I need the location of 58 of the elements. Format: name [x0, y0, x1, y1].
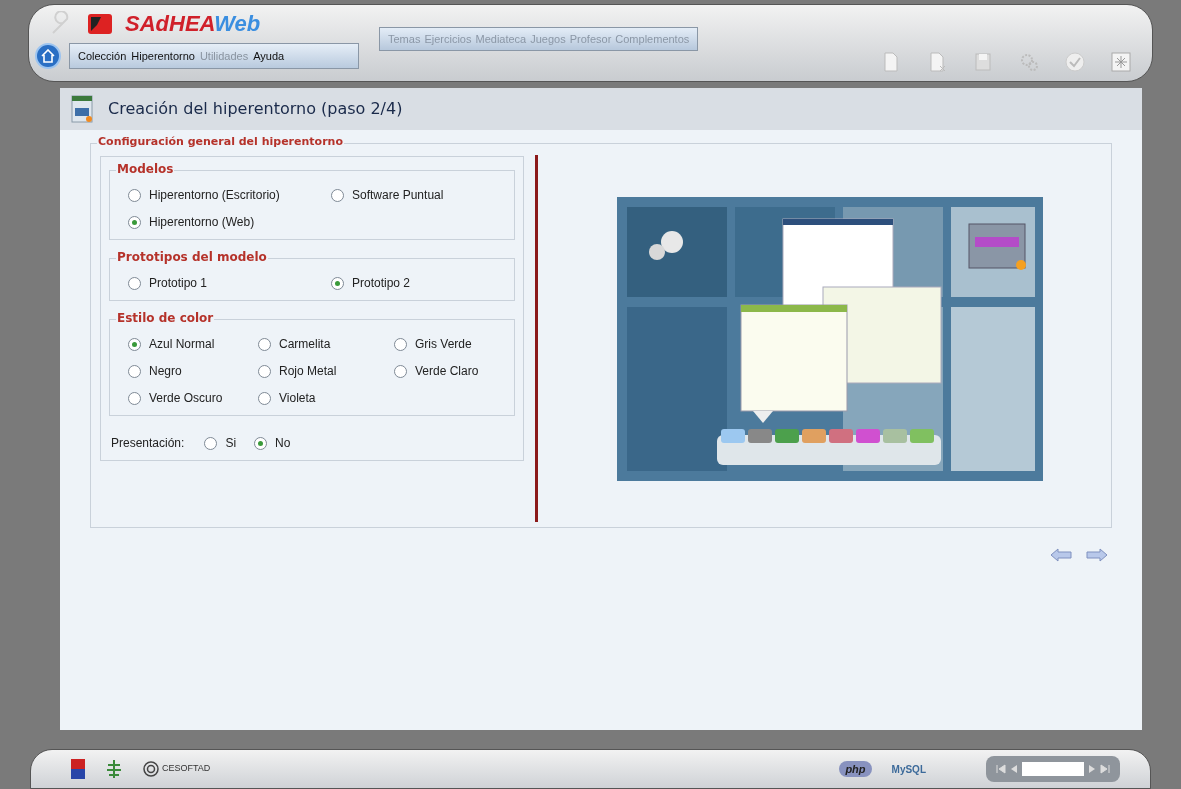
radio-option[interactable]: Prototipo 2	[331, 274, 496, 292]
home-button[interactable]	[35, 43, 61, 69]
radio-option[interactable]: Azul Normal	[128, 335, 258, 353]
first-page-icon[interactable]	[996, 764, 1006, 774]
group-legend: Modelos	[116, 163, 175, 175]
radio-button[interactable]	[254, 436, 268, 450]
radio-button[interactable]	[394, 337, 407, 351]
previous-page-icon[interactable]	[1010, 764, 1018, 774]
radio-button[interactable]	[331, 188, 344, 202]
presentation-label: Presentación:	[111, 435, 185, 452]
radio-option[interactable]: Negro	[128, 362, 258, 380]
fieldset-legend: Configuración general del hiperentorno	[97, 136, 344, 147]
radio-option[interactable]: Rojo Metal	[258, 362, 394, 380]
org-name: CESOFTAD	[162, 762, 211, 776]
logo-text: SAdHEAWeb	[125, 13, 261, 35]
back-arrow-icon[interactable]	[1050, 548, 1072, 562]
next-page-icon[interactable]	[1088, 764, 1096, 774]
radio-button[interactable]	[128, 391, 141, 405]
checkmark-icon[interactable]	[1064, 51, 1086, 73]
radio-button[interactable]	[204, 436, 218, 450]
radio-option[interactable]: Violeta	[258, 389, 394, 407]
page-field[interactable]	[1022, 762, 1084, 776]
radio-option[interactable]: No	[254, 434, 291, 452]
radio-option[interactable]: Si	[204, 434, 237, 452]
radio-button[interactable]	[258, 391, 271, 405]
radio-option[interactable]: Prototipo 1	[128, 274, 331, 292]
radio-button[interactable]	[394, 364, 407, 378]
radio-button[interactable]	[258, 337, 271, 351]
last-page-icon[interactable]	[1100, 764, 1110, 774]
form-icon	[70, 94, 94, 124]
spiral-logo-icon	[143, 761, 159, 777]
radio-option[interactable]: Gris Verde	[394, 335, 496, 353]
radio-option[interactable]: Software Puntual	[331, 186, 496, 204]
group-legend: Estilo de color	[116, 312, 215, 324]
radio-button[interactable]	[128, 276, 141, 290]
radio-option[interactable]: Hiperentorno (Web)	[128, 213, 331, 231]
radio-option[interactable]: Hiperentorno (Escritorio)	[128, 186, 331, 204]
home-icon	[41, 49, 55, 63]
menu-item[interactable]: Colección	[78, 47, 127, 65]
forward-arrow-icon[interactable]	[1086, 548, 1108, 562]
menu-item[interactable]: Ayuda	[253, 47, 285, 65]
mysql-logo: MySQL	[891, 762, 926, 777]
radio-button[interactable]	[128, 188, 141, 202]
radio-button[interactable]	[258, 364, 271, 378]
group-legend: Prototipos del modelo	[116, 251, 268, 263]
logo-icon	[87, 13, 113, 35]
radio-option[interactable]: Carmelita	[258, 335, 394, 353]
php-logo: php	[839, 760, 872, 778]
sparkle-icon[interactable]	[1110, 51, 1132, 73]
radio-button[interactable]	[128, 364, 141, 378]
menu-item[interactable]: Hiperentorno	[131, 47, 195, 65]
radio-option[interactable]: Verde Oscuro	[128, 389, 258, 407]
radio-button[interactable]	[128, 215, 141, 229]
radio-button[interactable]	[331, 276, 344, 290]
ministry-logo-icon	[71, 759, 85, 779]
page-title: Creación del hiperentorno (paso 2/4)	[108, 98, 403, 120]
radio-option[interactable]: Verde Claro	[394, 362, 496, 380]
radio-button[interactable]	[128, 337, 141, 351]
